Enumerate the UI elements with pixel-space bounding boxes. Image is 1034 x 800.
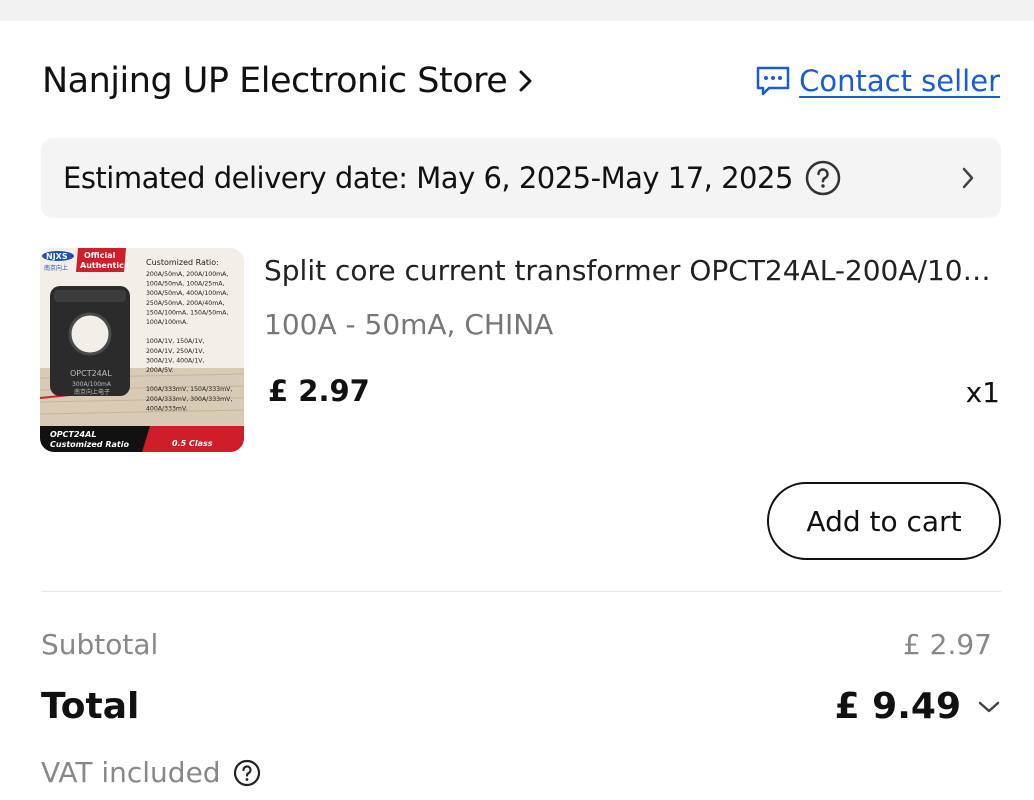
svg-text:Official: Official bbox=[84, 251, 116, 260]
total-breakdown-toggle[interactable]: £ 9.49 bbox=[835, 686, 1001, 727]
delivery-date-text: Estimated delivery date: May 6, 2025-May… bbox=[63, 161, 793, 195]
total-row: Total £ 9.49 bbox=[41, 686, 1001, 727]
ratio-line: 300A/50mA, 400A/100mA, bbox=[146, 290, 228, 297]
divider bbox=[41, 591, 1001, 592]
ratio-line: 200A/1V, 250A/1V, bbox=[146, 348, 205, 355]
subtotal-label: Subtotal bbox=[41, 628, 159, 661]
store-name: Nanjing UP Electronic Store bbox=[42, 61, 508, 101]
help-circle-icon[interactable] bbox=[805, 160, 841, 196]
product-title[interactable]: Split core current transformer OPCT24AL-… bbox=[264, 254, 994, 287]
svg-text:南京向上: 南京向上 bbox=[44, 264, 68, 272]
product-image-art: NJXS 南京向上 Official Authentic OPCT24AL 30… bbox=[40, 248, 244, 452]
product-variant: 100A - 50mA, CHINA bbox=[264, 308, 554, 341]
product-quantity: x1 bbox=[965, 376, 1000, 409]
product-item: NJXS 南京向上 Official Authentic OPCT24AL 30… bbox=[40, 248, 1002, 453]
svg-text:OPCT24AL: OPCT24AL bbox=[70, 369, 112, 378]
svg-text:Customized Ratio:: Customized Ratio: bbox=[146, 258, 219, 267]
product-image[interactable]: NJXS 南京向上 Official Authentic OPCT24AL 30… bbox=[40, 248, 244, 452]
contact-seller-link[interactable]: Contact seller bbox=[755, 64, 1000, 98]
ratio-line: 200A/333mV, 300A/333mV, bbox=[146, 396, 232, 403]
ratio-line: 200A/5V. bbox=[146, 367, 173, 374]
total-label: Total bbox=[41, 686, 140, 727]
vat-label: VAT included bbox=[41, 756, 221, 789]
subtotal-value: £ 2.97 bbox=[902, 628, 992, 661]
ratio-line: 100A/333mV, 150A/333mV, bbox=[146, 386, 232, 393]
svg-text:OPCT24AL: OPCT24AL bbox=[50, 430, 96, 439]
ratio-line: 300A/1V, 400A/1V, bbox=[146, 357, 205, 364]
svg-text:0.5 Class: 0.5 Class bbox=[172, 439, 213, 448]
svg-text:300A/100mA: 300A/100mA bbox=[72, 381, 112, 388]
ratio-line: 400A/333mV. bbox=[146, 405, 187, 412]
ratio-line: 100A/100mA. bbox=[146, 319, 188, 326]
ratio-line: 250A/50mA, 200A/40mA, bbox=[146, 300, 224, 307]
vat-row: VAT included bbox=[41, 756, 261, 789]
chevron-down-icon bbox=[978, 701, 1000, 712]
delivery-estimate-banner[interactable]: Estimated delivery date: May 6, 2025-May… bbox=[41, 138, 1001, 218]
chat-icon bbox=[756, 66, 790, 96]
total-value: £ 9.49 bbox=[834, 686, 961, 727]
product-price: £ 2.97 bbox=[268, 374, 370, 408]
svg-text:南京向上电子: 南京向上电子 bbox=[74, 388, 110, 396]
ratio-line: 100A/1V, 150A/1V, bbox=[146, 338, 205, 345]
chevron-right-icon bbox=[962, 167, 974, 189]
subtotal-row: Subtotal £ 2.97 bbox=[41, 628, 992, 661]
help-circle-icon[interactable] bbox=[233, 759, 261, 787]
store-header: Nanjing UP Electronic Store Contact sell… bbox=[42, 56, 1000, 106]
chevron-right-icon bbox=[519, 70, 532, 92]
contact-seller-label: Contact seller bbox=[799, 64, 1000, 98]
svg-text:NJXS: NJXS bbox=[46, 252, 68, 261]
store-link[interactable]: Nanjing UP Electronic Store bbox=[42, 61, 535, 101]
ratio-line: 150A/100mA, 150A/50mA, bbox=[146, 309, 228, 316]
svg-text:Authentic: Authentic bbox=[80, 261, 124, 270]
ratio-line: 200A/50mA, 200A/100mA, bbox=[146, 271, 228, 278]
ratio-line: 100A/50mA, 100A/25mA, bbox=[146, 281, 224, 288]
top-strip bbox=[0, 0, 1034, 21]
svg-text:Customized Ratio: Customized Ratio bbox=[50, 440, 129, 449]
add-to-cart-button[interactable]: Add to cart bbox=[767, 482, 1001, 560]
